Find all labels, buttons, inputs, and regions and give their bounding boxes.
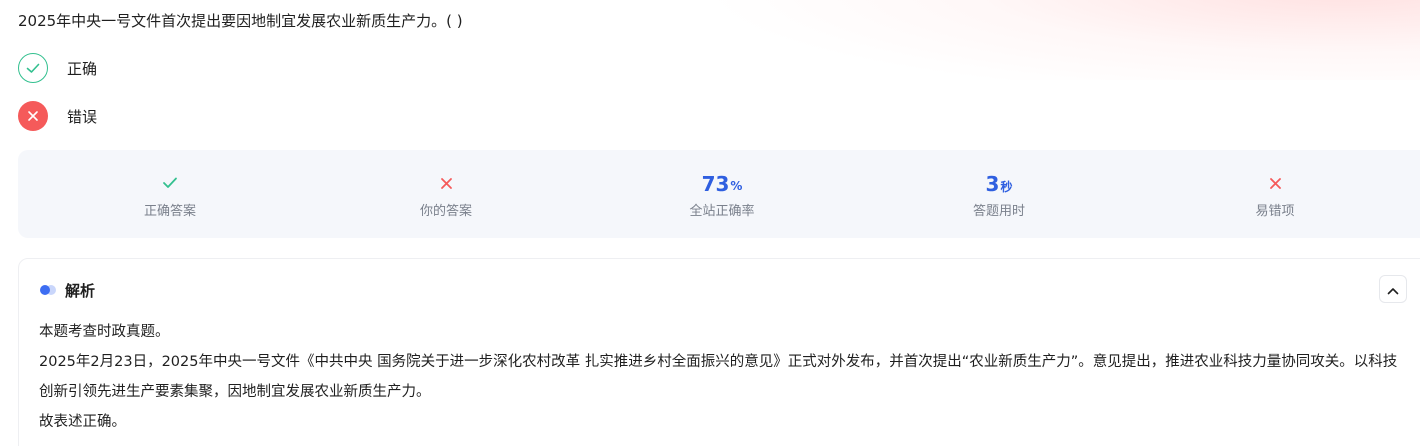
stat-label: 答题用时 — [972, 204, 1025, 219]
close-icon — [440, 175, 453, 194]
check-icon — [162, 175, 178, 194]
stat-accuracy: 73% 全站正确率 — [612, 150, 832, 238]
analysis-content: 本题考查时政真题。 2025年2月23日，2025年中央一号文件《中共中央 国务… — [39, 317, 1404, 437]
option-wrong[interactable]: 错误 — [18, 100, 97, 132]
answer-stats-panel: 正确答案 你的答案 73% 全站正确率 3秒 答题用时 易错项 — [18, 150, 1420, 238]
stat-error-prone: 易错项 — [1165, 150, 1385, 238]
option-label: 正确 — [67, 59, 98, 78]
stat-your-answer: 你的答案 — [336, 150, 556, 238]
time-value: 3 — [985, 172, 1000, 196]
close-icon — [1269, 175, 1282, 194]
stat-label: 易错项 — [1255, 204, 1295, 219]
analysis-header: 解析 — [39, 279, 95, 301]
analysis-paragraph: 本题考查时政真题。 — [39, 324, 170, 340]
analysis-paragraph: 2025年2月23日，2025年中央一号文件《中共中央 国务院关于进一步深化农村… — [39, 354, 1398, 400]
close-icon — [18, 101, 48, 131]
analysis-dots-icon — [39, 281, 57, 300]
stat-time-used: 3秒 答题用时 — [889, 150, 1109, 238]
stat-label: 你的答案 — [419, 204, 472, 219]
stat-correct-answer: 正确答案 — [60, 150, 280, 238]
decorative-glow — [700, 0, 1420, 80]
option-correct[interactable]: 正确 — [18, 52, 97, 84]
analysis-panel: 解析 本题考查时政真题。 2025年2月23日，2025年中央一号文件《中共中央… — [18, 258, 1420, 446]
chevron-up-icon — [1387, 280, 1399, 299]
stat-label: 正确答案 — [143, 204, 196, 219]
accuracy-unit: % — [730, 179, 743, 193]
question-result-page: 2025年中央一号文件首次提出要因地制宜发展农业新质生产力。( ) 正确 错误 — [0, 0, 1420, 446]
question-stem: 2025年中央一号文件首次提出要因地制宜发展农业新质生产力。( ) — [18, 12, 463, 30]
check-icon — [18, 53, 48, 83]
stat-label: 全站正确率 — [689, 204, 755, 219]
analysis-title: 解析 — [65, 281, 96, 300]
time-unit: 秒 — [1000, 179, 1013, 194]
accuracy-value: 73 — [701, 172, 730, 196]
analysis-paragraph: 故表述正确。 — [39, 414, 126, 430]
option-label: 错误 — [67, 107, 98, 126]
collapse-button[interactable] — [1379, 275, 1407, 303]
